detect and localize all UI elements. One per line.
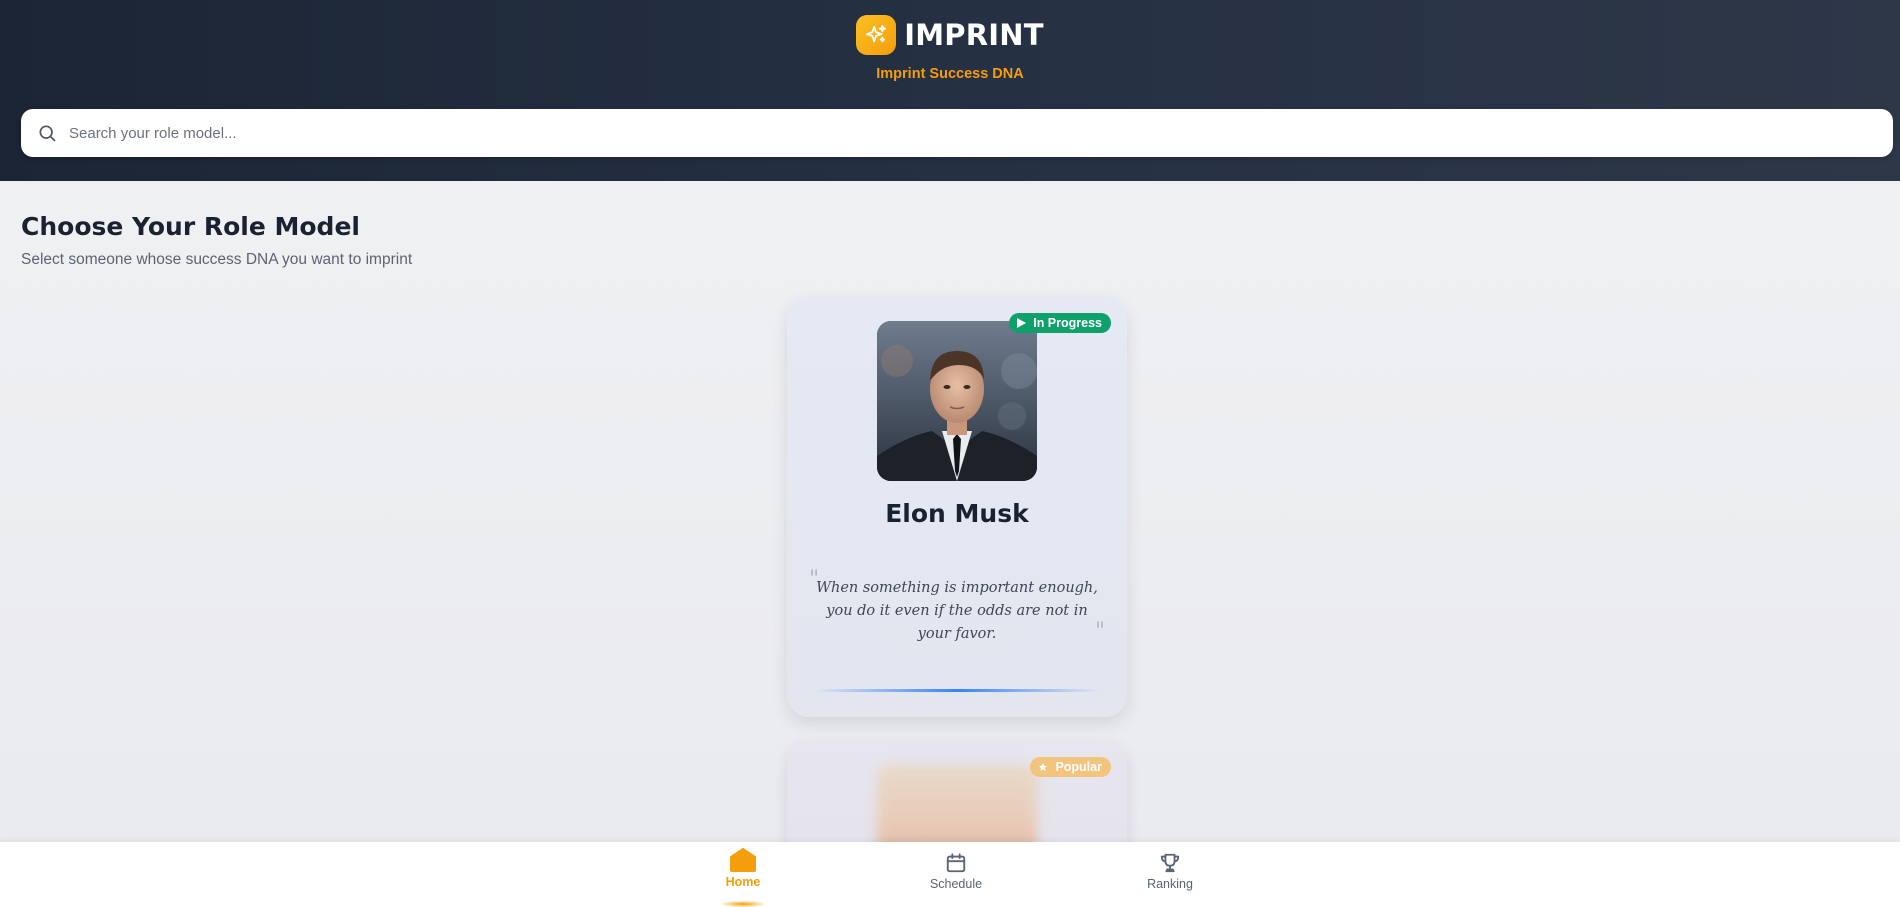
nav-item-schedule[interactable]: Schedule	[896, 852, 1016, 891]
play-icon	[1017, 318, 1027, 328]
status-badge-label: In Progress	[1033, 316, 1102, 330]
status-badge: In Progress	[1009, 313, 1111, 333]
role-model-quote: When something is important enough, you …	[816, 580, 1098, 642]
popular-badge: Popular	[1030, 757, 1111, 777]
home-icon	[730, 848, 756, 872]
search-bar	[21, 109, 1893, 157]
nav-item-home[interactable]: Home	[683, 848, 803, 889]
app-tagline: Imprint Success DNA	[876, 66, 1024, 82]
bottom-nav: Home Schedule Ranking	[0, 842, 1900, 907]
app-header: IMPRINT Imprint Success DNA	[0, 0, 1900, 181]
portrait-image	[877, 321, 1037, 481]
close-quote-icon: "	[1095, 619, 1106, 644]
nav-item-label: Ranking	[1147, 877, 1193, 891]
nav-item-label: Schedule	[929, 877, 983, 891]
trophy-icon	[1160, 853, 1180, 873]
search-input[interactable]	[69, 124, 1893, 142]
card-accent-line	[814, 689, 1100, 692]
page-title: Choose Your Role Model	[21, 212, 360, 241]
popular-badge-label: Popular	[1055, 760, 1102, 774]
app-logo[interactable]	[856, 15, 897, 55]
role-model-card[interactable]: In Progress Elon Musk " When something i…	[787, 297, 1127, 717]
page-subtitle: Select someone whose success DNA you wan…	[21, 251, 413, 268]
calendar-icon	[946, 853, 966, 873]
active-indicator	[722, 901, 764, 907]
nav-item-ranking[interactable]: Ranking	[1110, 852, 1230, 891]
star-icon	[1039, 762, 1048, 771]
role-model-name: Elon Musk	[885, 499, 1029, 528]
app-name: IMPRINT	[904, 18, 1044, 52]
nav-item-label: Home	[725, 875, 761, 889]
sparkles-icon	[866, 24, 887, 43]
brand: IMPRINT	[0, 15, 1900, 55]
search-icon	[39, 125, 56, 142]
role-model-photo	[877, 321, 1037, 481]
